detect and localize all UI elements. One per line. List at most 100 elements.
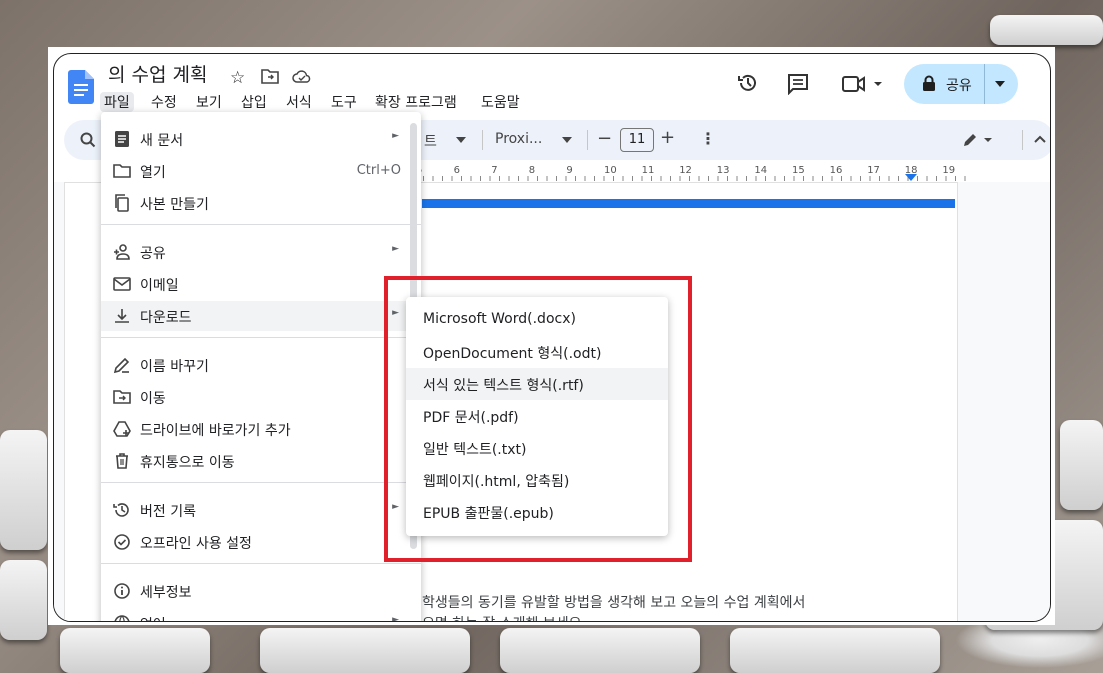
file-menu-item-label: 다운로드 — [140, 310, 192, 326]
file-menu-item-label: 이메일 — [140, 278, 179, 294]
font-size-input[interactable]: 11 — [620, 128, 654, 152]
share-dropdown-icon[interactable] — [995, 81, 1005, 87]
background-keyboard-key — [260, 628, 470, 673]
edit-mode-icon[interactable] — [962, 132, 994, 148]
file-menu-item-label: 휴지통으로 이동 — [140, 455, 235, 471]
style-dropdown-icon[interactable] — [456, 137, 466, 143]
submenu-arrow-icon: ► — [392, 244, 399, 254]
background-keyboard-key — [500, 628, 700, 673]
file-menu-item[interactable]: 이동 — [101, 382, 421, 412]
file-menu-item[interactable]: 오프라인 사용 설정 — [101, 527, 421, 557]
background-keyboard-key — [0, 430, 47, 550]
star-icon[interactable]: ☆ — [230, 68, 245, 88]
ruler-label: 12 — [679, 165, 692, 176]
menu-insert[interactable]: 삽입 — [241, 92, 267, 112]
body-text-line[interactable]: 요명 하는 잘 소개해 보세요 — [422, 613, 581, 621]
file-menu-item-label: 이름 바꾸기 — [140, 359, 209, 375]
page-header-bar — [422, 199, 955, 208]
docs-window: 의 수업 계획 ☆ 파일 수정 보기 삽입 서식 도구 확장 프로그램 도움말 … — [53, 53, 1051, 622]
document-title[interactable]: 의 수업 계획 — [108, 60, 207, 87]
file-menu-item[interactable]: 세부정보 — [101, 576, 421, 606]
ruler-label: 19 — [942, 165, 955, 176]
rename-icon — [113, 356, 131, 374]
font-select[interactable]: Proxi... — [495, 131, 542, 147]
search-menus-icon[interactable] — [80, 132, 96, 148]
ruler-label: 8 — [529, 165, 535, 176]
history-icon — [113, 501, 131, 519]
ruler-label: 17 — [867, 165, 880, 176]
file-menu-item[interactable]: 사본 만들기 — [101, 188, 421, 218]
menu-tools[interactable]: 도구 — [331, 92, 357, 112]
ruler: 5678910111213141516171819 — [414, 162, 974, 182]
menu-format[interactable]: 서식 — [286, 92, 312, 112]
file-menu-item-label: 버전 기록 — [140, 504, 196, 520]
right-indent-marker-icon[interactable] — [905, 174, 917, 181]
background-keyboard-key — [1060, 420, 1103, 510]
menu-edit[interactable]: 수정 — [151, 92, 177, 112]
meet-icon[interactable] — [842, 75, 884, 93]
highlight-box — [384, 276, 692, 562]
file-menu-item-label: 사본 만들기 — [140, 197, 209, 213]
background-keyboard-key — [0, 560, 47, 640]
menu-extensions[interactable]: 확장 프로그램 — [375, 92, 457, 112]
docs-logo-icon[interactable] — [68, 70, 94, 104]
file-menu-item[interactable]: 언어 ► — [101, 608, 421, 621]
font-dropdown-icon[interactable] — [562, 137, 572, 143]
file-menu-item[interactable]: 휴지통으로 이동 — [101, 446, 421, 476]
submenu-arrow-icon: ► — [392, 131, 399, 141]
ruler-label: 13 — [717, 165, 730, 176]
globe-icon — [113, 614, 131, 621]
new-doc-icon — [113, 130, 131, 148]
file-menu-item-label: 세부정보 — [140, 585, 192, 601]
file-menu-item-label: 오프라인 사용 설정 — [140, 536, 252, 552]
offline-icon — [113, 533, 131, 551]
add-person-icon — [113, 243, 131, 261]
file-menu-item-label: 공유 — [140, 246, 166, 262]
ruler-label: 10 — [604, 165, 617, 176]
share-button[interactable]: 공유 — [904, 64, 1018, 104]
menu-separator — [101, 337, 421, 338]
file-menu-item-label: 새 문서 — [140, 133, 184, 149]
file-menu-item[interactable]: 새 문서 ► — [101, 124, 421, 154]
file-menu-item[interactable]: 다운로드 ► — [101, 301, 421, 331]
background-keyboard-key — [730, 628, 940, 673]
file-menu-item[interactable]: 열기 Ctrl+O — [101, 156, 421, 186]
background-keyboard-key — [990, 15, 1103, 45]
file-menu-item[interactable]: 드라이브에 바로가기 추가 — [101, 414, 421, 444]
shortcut-hint: Ctrl+O — [356, 163, 401, 178]
file-menu-item[interactable]: 공유 ► — [101, 237, 421, 267]
mail-icon — [113, 275, 131, 293]
ruler-label: 16 — [830, 165, 843, 176]
cloud-status-icon[interactable] — [292, 68, 312, 84]
menu-separator — [101, 482, 421, 483]
menu-help[interactable]: 도움말 — [481, 92, 520, 112]
file-menu-item[interactable]: 이름 바꾸기 — [101, 350, 421, 380]
menu-view[interactable]: 보기 — [196, 92, 222, 112]
more-options-icon[interactable]: ⋮ — [700, 129, 716, 148]
copy-icon — [113, 194, 131, 212]
file-menu-item-label: 언어 — [140, 614, 166, 621]
ruler-label: 6 — [454, 165, 460, 176]
body-text-line[interactable]: 학생들의 동기를 유발할 방법을 생각해 보고 오늘의 수업 계획에서 — [422, 592, 805, 612]
info-icon — [113, 582, 131, 600]
drive-shortcut-icon — [113, 420, 131, 438]
version-history-icon[interactable] — [737, 72, 759, 94]
ruler-label: 9 — [566, 165, 572, 176]
file-menu-item-label: 드라이브에 바로가기 추가 — [140, 423, 291, 439]
menu-separator — [101, 224, 421, 225]
folder-icon — [113, 162, 131, 180]
ruler-label: 15 — [792, 165, 805, 176]
ruler-label: 14 — [754, 165, 767, 176]
ruler-label: 11 — [642, 165, 655, 176]
file-menu-item[interactable]: 버전 기록 ► — [101, 495, 421, 525]
menu-file[interactable]: 파일 — [100, 92, 134, 112]
decrease-font-button[interactable]: − — [597, 128, 612, 149]
file-menu-item-label: 열기 — [140, 165, 166, 181]
move-folder-icon[interactable] — [261, 68, 279, 84]
increase-font-button[interactable]: + — [660, 127, 675, 148]
file-menu-item[interactable]: 이메일 — [101, 269, 421, 299]
comments-icon[interactable] — [787, 73, 809, 95]
collapse-menus-icon[interactable] — [1034, 135, 1046, 143]
menu-separator — [101, 563, 421, 564]
style-select[interactable]: 트 — [424, 131, 437, 151]
